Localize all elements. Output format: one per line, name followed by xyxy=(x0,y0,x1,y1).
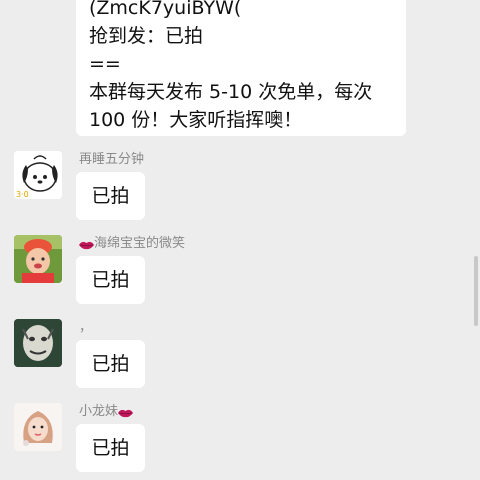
sender-name-row: 小龙妹 xyxy=(79,404,134,420)
sender-name: 小龙妹 xyxy=(79,404,119,419)
message-bubble[interactable]: 已拍 xyxy=(76,256,145,304)
announcement-line-4: 本群每天发布 5-10 次免单，每次 xyxy=(89,81,373,103)
sender-name: 海绵宝宝的微笑 xyxy=(94,236,186,251)
announcement-line-3: == xyxy=(89,53,121,75)
announcement-line-1: (ZmcK7yuiBYW( xyxy=(89,0,242,19)
lips-icon xyxy=(118,407,134,418)
meme-face-avatar[interactable] xyxy=(14,319,62,367)
message-bubble-announcement[interactable]: (ZmcK7yuiBYW( 抢到发：已拍 == 本群每天发布 5-10 次免单，… xyxy=(76,0,406,136)
announcement-line-5: 100 份！大家听指挥噢！ xyxy=(89,109,303,131)
message-bubble[interactable]: 已拍 xyxy=(76,172,145,220)
sender-name-row: 海绵宝宝的微笑 xyxy=(79,236,185,252)
girl-photo-avatar[interactable] xyxy=(14,403,62,451)
message-bubble[interactable]: 已拍 xyxy=(76,340,145,388)
cartoon-dog-avatar[interactable]: 3·0 xyxy=(14,151,62,199)
lips-icon xyxy=(79,239,94,250)
scrollbar[interactable] xyxy=(474,256,478,326)
sender-name: 再睡五分钟 xyxy=(79,152,145,167)
baby-photo-avatar[interactable] xyxy=(14,235,62,283)
sender-name: ， xyxy=(79,320,93,335)
message-bubble[interactable]: 已拍 xyxy=(76,424,145,472)
svg-text:3·0: 3·0 xyxy=(16,190,29,199)
announcement-line-2: 抢到发：已拍 xyxy=(89,25,204,47)
